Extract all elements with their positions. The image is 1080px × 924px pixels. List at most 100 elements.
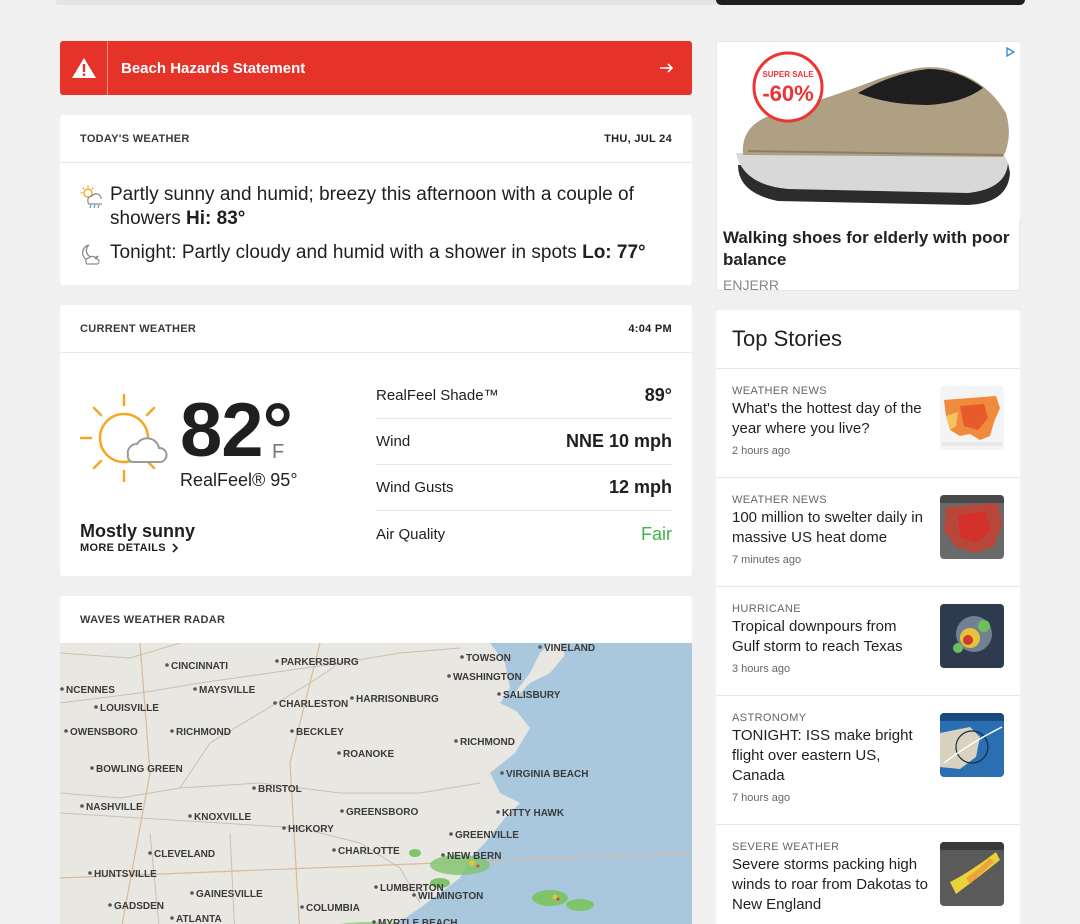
sun-shower-icon xyxy=(80,183,110,231)
detail-value: 12 mph xyxy=(608,477,672,497)
arrow-right-icon xyxy=(642,63,692,73)
todays-weather-card[interactable]: TODAY'S WEATHER THU, JUL 24 Partly sunny… xyxy=(60,115,692,285)
story-item[interactable]: WEATHER NEWS What's the hottest day of t… xyxy=(716,369,1020,478)
radar-city-dot xyxy=(282,826,286,830)
top-stories-heading: Top Stories xyxy=(716,310,1020,369)
radar-city-dot xyxy=(497,692,501,696)
radar-city-label: GADSDEN xyxy=(114,901,164,912)
radar-city-dot xyxy=(538,645,542,649)
story-title[interactable]: Severe storms packing high winds to roar… xyxy=(732,855,928,915)
radar-city-label: CLEVELAND xyxy=(154,849,215,860)
radar-city-label: WASHINGTON xyxy=(453,672,522,683)
radar-city-dot xyxy=(170,729,174,733)
moon-cloud-icon xyxy=(80,241,110,272)
alert-title: Beach Hazards Statement xyxy=(121,59,306,77)
more-details-link[interactable]: MORE DETAILS xyxy=(80,542,178,554)
radar-city-label: NASHVILLE xyxy=(86,802,143,813)
radar-city-label: NEW BERN xyxy=(447,851,501,862)
temperature-unit: F xyxy=(272,441,285,463)
radar-city-label: TOWSON xyxy=(466,653,511,664)
radar-city-dot xyxy=(290,729,294,733)
today-date: THU, JUL 24 xyxy=(604,132,672,145)
detail-wind: Wind NNE 10 mph xyxy=(376,419,672,465)
radar-city-dot xyxy=(454,739,458,743)
detail-label: Wind xyxy=(376,433,411,450)
chevron-right-icon xyxy=(172,543,178,553)
current-weather-header: CURRENT WEATHER 4:04 PM xyxy=(60,305,692,353)
beach-hazards-alert[interactable]: Beach Hazards Statement xyxy=(60,41,692,95)
radar-city-dot xyxy=(273,701,277,705)
radar-city-dot xyxy=(350,696,354,700)
radar-city-dot xyxy=(441,853,445,857)
radar-city-label: HICKORY xyxy=(288,824,334,835)
heat-dome-map-thumbnail[interactable] xyxy=(940,495,1004,559)
ad-brand: ENJERR xyxy=(723,277,780,293)
card-title: WAVES WEATHER RADAR xyxy=(80,613,226,626)
current-time: 4:04 PM xyxy=(628,322,672,335)
night-forecast: Tonight: Partly cloudy and humid with a … xyxy=(60,241,692,272)
weather-phrase: Mostly sunny xyxy=(80,521,196,541)
story-title[interactable]: What's the hottest day of the year where… xyxy=(732,399,928,439)
radar-city-dot xyxy=(165,663,169,667)
ad-title[interactable]: Walking shoes for elderly with poor bala… xyxy=(723,227,1013,271)
radar-city-dot xyxy=(193,687,197,691)
radar-city-dot xyxy=(108,903,112,907)
story-item[interactable]: ASTRONOMY TONIGHT: ISS make bright fligh… xyxy=(716,696,1020,825)
radar-city-dot xyxy=(190,891,194,895)
radar-city-label: BRISTOL xyxy=(258,784,302,795)
radar-city-label: GREENVILLE xyxy=(455,830,519,841)
shoe-ad-image[interactable]: SUPER SALE -60% xyxy=(718,43,1020,219)
radar-city-label: MYRTLE BEACH xyxy=(378,918,457,924)
radar-city-dot xyxy=(300,905,304,909)
current-weather-card[interactable]: CURRENT WEATHER 4:04 PM 82° F RealFeel® … xyxy=(60,305,692,576)
story-item[interactable]: SEVERE WEATHER Severe storms packing hig… xyxy=(716,825,1020,924)
advertisement[interactable]: SUPER SALE -60% Walking shoes for elderl… xyxy=(716,41,1020,293)
radar-map[interactable]: CINCINNATI PARKERSBURG TOWSON VINELAND NCENN… xyxy=(60,643,692,924)
story-title[interactable]: TONIGHT: ISS make bright flight over eas… xyxy=(732,726,928,786)
radar-city-label: CHARLOTTE xyxy=(338,846,400,857)
story-title[interactable]: 100 million to swelter daily in massive … xyxy=(732,508,928,548)
iss-path-map-thumbnail[interactable] xyxy=(940,713,1004,777)
radar-city-label: WILMINGTON xyxy=(418,891,483,902)
warning-icon xyxy=(60,41,108,95)
night-forecast-text: Tonight: Partly cloudy and humid with a … xyxy=(110,242,577,263)
us-heat-map-thumbnail[interactable] xyxy=(940,386,1004,450)
mostly-sunny-icon xyxy=(79,393,170,488)
radar-city-dot xyxy=(275,659,279,663)
weather-details-list: RealFeel Shade™ 89° Wind NNE 10 mph Wind… xyxy=(376,373,672,557)
story-item[interactable]: WEATHER NEWS 100 million to swelter dail… xyxy=(716,478,1020,587)
radar-city-label: ROANOKE xyxy=(343,749,394,760)
detail-value: 89° xyxy=(644,385,672,405)
radar-city-label: GAINESVILLE xyxy=(196,889,263,900)
radar-city-dot xyxy=(60,687,64,691)
radar-city-label: HARRISONBURG xyxy=(356,694,439,705)
radar-card[interactable]: WAVES WEATHER RADAR CINCINNATI PARKERSBU… xyxy=(60,596,692,924)
radar-city-label: BECKLEY xyxy=(296,727,344,738)
radar-city-dot xyxy=(148,851,152,855)
realfeel-temperature: RealFeel® 95° xyxy=(180,470,298,490)
story-title[interactable]: Tropical downpours from Gulf storm to re… xyxy=(732,617,928,657)
radar-city-dot xyxy=(460,655,464,659)
radar-city-label: OWENSBORO xyxy=(70,727,138,738)
story-item[interactable]: HURRICANE Tropical downpours from Gulf s… xyxy=(716,587,1020,696)
radar-city-label: VINELAND xyxy=(544,643,595,654)
satellite-radar-thumbnail[interactable] xyxy=(940,604,1004,668)
detail-air-quality: Air Quality Fair xyxy=(376,511,672,557)
card-title: CURRENT WEATHER xyxy=(80,322,197,335)
detail-value: Fair xyxy=(641,523,672,544)
radar-city-label: CHARLESTON xyxy=(279,699,348,710)
radar-city-dot xyxy=(340,809,344,813)
radar-city-dot xyxy=(332,848,336,852)
storm-risk-map-thumbnail[interactable] xyxy=(940,842,1004,906)
radar-city-dot xyxy=(412,893,416,897)
ad-choices-icon[interactable] xyxy=(1005,44,1016,62)
top-nav-strip xyxy=(56,0,716,5)
radar-city-label: CINCINNATI xyxy=(171,661,228,672)
radar-city-dot xyxy=(447,674,451,678)
radar-city-dot xyxy=(449,832,453,836)
detail-label: Air Quality xyxy=(376,525,446,543)
radar-city-dot xyxy=(252,786,256,790)
radar-city-label: RICHMOND xyxy=(460,737,515,748)
day-forecast: Partly sunny and humid; breezy this afte… xyxy=(60,183,692,231)
detail-realfeel-shade: RealFeel Shade™ 89° xyxy=(376,373,672,419)
